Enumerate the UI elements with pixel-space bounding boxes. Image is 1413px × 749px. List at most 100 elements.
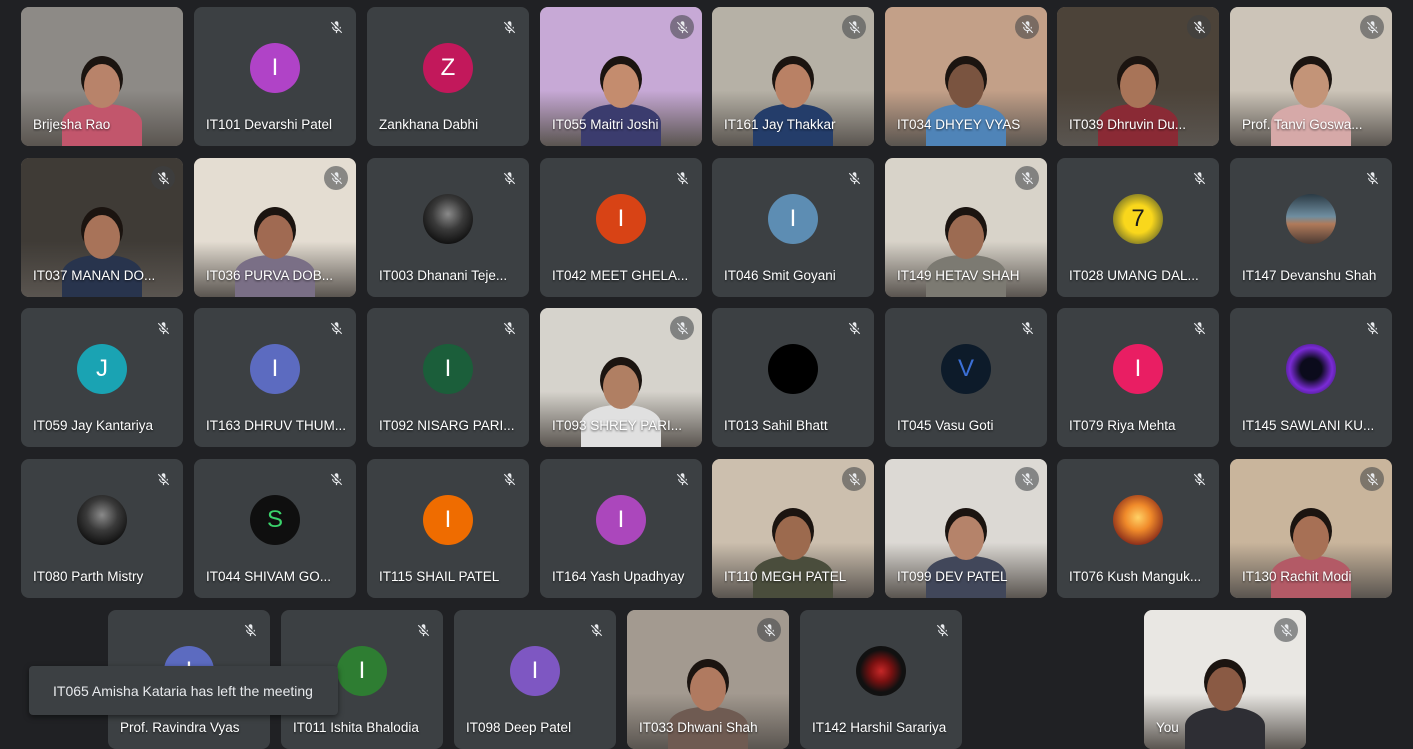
participant-tile[interactable]: I IT092 NISARG PARI... <box>367 308 529 447</box>
participant-tile[interactable]: IT145 SAWLANI KU... <box>1230 308 1392 447</box>
participant-avatar <box>856 646 906 697</box>
mic-off-icon <box>1015 467 1039 491</box>
participant-tile[interactable]: IT033 Dhwani Shah <box>627 610 789 749</box>
participant-name: IT036 PURVA DOB... <box>206 268 334 283</box>
participant-tile[interactable]: I IT101 Devarshi Patel <box>194 7 356 146</box>
participant-name: IT011 Ishita Bhalodia <box>293 720 419 735</box>
participant-name: IT037 MANAN DO... <box>33 268 156 283</box>
participant-tile[interactable]: I IT163 DHRUV THUM... <box>194 308 356 447</box>
participant-tile[interactable]: IT147 Devanshu Shah <box>1230 158 1392 297</box>
participant-tile[interactable]: I IT098 Deep Patel <box>454 610 616 749</box>
mic-off-icon <box>842 316 866 340</box>
participant-tile[interactable]: I IT046 Smit Goyani <box>712 158 874 297</box>
participant-name: IT055 Maitri Joshi <box>552 117 659 132</box>
participant-tile[interactable]: IT142 Harshil Sarariya <box>800 610 962 749</box>
participant-tile[interactable]: IT093 SHREY PARI... <box>540 308 702 447</box>
mic-off-icon <box>324 15 348 39</box>
participant-name: IT142 Harshil Sarariya <box>812 720 947 735</box>
meeting-notification: IT065 Amisha Kataria has left the meetin… <box>29 666 338 715</box>
participant-name: IT003 Dhanani Teje... <box>379 268 508 283</box>
participant-name: IT161 Jay Thakkar <box>724 117 836 132</box>
participant-tile[interactable]: IT076 Kush Manguk... <box>1057 459 1219 598</box>
participant-name: IT092 NISARG PARI... <box>379 418 515 433</box>
participant-tile[interactable]: Z Zankhana Dabhi <box>367 7 529 146</box>
participant-name: IT149 HETAV SHAH <box>897 268 1020 283</box>
participant-name: IT042 MEET GHELA... <box>552 268 689 283</box>
participant-tile[interactable]: IT003 Dhanani Teje... <box>367 158 529 297</box>
mic-off-icon <box>497 467 521 491</box>
participant-avatar: V <box>941 344 991 395</box>
participant-avatar: I <box>250 344 300 395</box>
participant-tile[interactable]: S IT044 SHIVAM GO... <box>194 459 356 598</box>
participant-tile[interactable]: IT130 Rachit Modi <box>1230 459 1392 598</box>
participant-tile[interactable]: IT034 DHYEY VYAS <box>885 7 1047 146</box>
participant-tile[interactable]: IT036 PURVA DOB... <box>194 158 356 297</box>
participant-name: IT044 SHIVAM GO... <box>206 569 332 584</box>
mic-off-icon <box>497 166 521 190</box>
participant-tile[interactable]: IT037 MANAN DO... <box>21 158 183 297</box>
mic-off-icon <box>670 316 694 340</box>
mic-off-icon <box>324 467 348 491</box>
participant-avatar: I <box>423 344 473 395</box>
participant-avatar: I <box>1113 344 1163 395</box>
mic-off-icon <box>1187 15 1211 39</box>
mic-off-icon <box>411 618 435 642</box>
participant-tile[interactable]: You <box>1144 610 1306 749</box>
participant-name: IT039 Dhruvin Du... <box>1069 117 1187 132</box>
participant-tile[interactable]: IT149 HETAV SHAH <box>885 158 1047 297</box>
participant-tile[interactable]: IT080 Parth Mistry <box>21 459 183 598</box>
participant-name: Zankhana Dabhi <box>379 117 479 132</box>
mic-off-icon <box>1015 15 1039 39</box>
participant-tile[interactable]: IT013 Sahil Bhatt <box>712 308 874 447</box>
participant-name: IT147 Devanshu Shah <box>1242 268 1377 283</box>
participant-tile[interactable]: Prof. Tanvi Goswa... <box>1230 7 1392 146</box>
participant-tile[interactable]: IT039 Dhruvin Du... <box>1057 7 1219 146</box>
participant-tile[interactable]: Brijesha Rao <box>21 7 183 146</box>
participant-grid: Brijesha Rao I IT101 Devarshi Patel Z Zankha… <box>0 0 1413 749</box>
participant-avatar: I <box>596 194 646 245</box>
participant-name: IT098 Deep Patel <box>466 720 572 735</box>
mic-off-icon <box>670 15 694 39</box>
participant-avatar: I <box>510 646 560 697</box>
mic-off-icon <box>670 166 694 190</box>
participant-name: IT045 Vasu Goti <box>897 418 994 433</box>
mic-off-icon <box>842 15 866 39</box>
participant-name: IT013 Sahil Bhatt <box>724 418 828 433</box>
mic-off-icon <box>238 618 262 642</box>
participant-name: IT046 Smit Goyani <box>724 268 836 283</box>
participant-avatar <box>77 495 127 546</box>
participant-name: Prof. Tanvi Goswa... <box>1242 117 1363 132</box>
participant-tile[interactable]: I IT164 Yash Upadhyay <box>540 459 702 598</box>
participant-avatar: I <box>768 194 818 245</box>
participant-tile[interactable]: I IT115 SHAIL PATEL <box>367 459 529 598</box>
participant-tile[interactable]: J IT059 Jay Kantariya <box>21 308 183 447</box>
participant-name: IT093 SHREY PARI... <box>552 418 683 433</box>
participant-name: IT130 Rachit Modi <box>1242 569 1352 584</box>
participant-name: Brijesha Rao <box>33 117 111 132</box>
participant-avatar: I <box>596 495 646 546</box>
mic-off-icon <box>1015 316 1039 340</box>
participant-tile[interactable]: I IT079 Riya Mehta <box>1057 308 1219 447</box>
mic-off-icon <box>151 316 175 340</box>
participant-avatar: Z <box>423 43 473 94</box>
participant-tile[interactable]: I IT042 MEET GHELA... <box>540 158 702 297</box>
participant-name: IT101 Devarshi Patel <box>206 117 333 132</box>
mic-off-icon <box>842 166 866 190</box>
participant-name: IT099 DEV PATEL <box>897 569 1008 584</box>
participant-tile[interactable]: 7 IT028 UMANG DAL... <box>1057 158 1219 297</box>
participant-name: IT059 Jay Kantariya <box>33 418 154 433</box>
mic-off-icon <box>497 316 521 340</box>
participant-name: IT028 UMANG DAL... <box>1069 268 1199 283</box>
participant-name: IT033 Dhwani Shah <box>639 720 758 735</box>
participant-tile[interactable]: V IT045 Vasu Goti <box>885 308 1047 447</box>
participant-tile[interactable]: IT099 DEV PATEL <box>885 459 1047 598</box>
mic-off-icon <box>1187 316 1211 340</box>
participant-name: IT145 SAWLANI KU... <box>1242 418 1375 433</box>
participant-tile[interactable]: IT055 Maitri Joshi <box>540 7 702 146</box>
participant-tile[interactable]: IT110 MEGH PATEL <box>712 459 874 598</box>
participant-name: IT115 SHAIL PATEL <box>379 569 500 584</box>
mic-off-icon <box>584 618 608 642</box>
participant-avatar: J <box>77 344 127 395</box>
participant-tile[interactable]: IT161 Jay Thakkar <box>712 7 874 146</box>
mic-off-icon <box>1360 15 1384 39</box>
